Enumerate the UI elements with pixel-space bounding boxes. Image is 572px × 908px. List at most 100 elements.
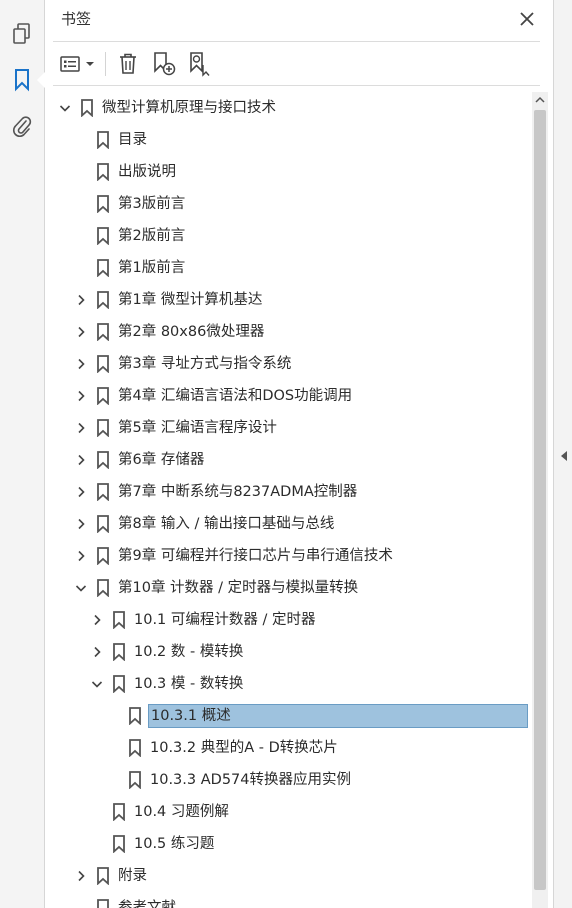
bookmark-label: 第3章 寻址方式与指令系统	[118, 356, 292, 372]
chevron-right-icon[interactable]	[89, 644, 105, 660]
bookmark-row[interactable]: 第7章 中断系统与8237ADMA控制器	[45, 476, 532, 508]
bookmark-row[interactable]: 第1章 微型计算机基达	[45, 284, 532, 316]
close-icon[interactable]	[516, 8, 538, 30]
bookmarks-panel: 书签 微型计算机原理与接口技术 目录 出版说明 第3版前言 第2版前言 第1版前…	[45, 0, 552, 908]
bookmark-row[interactable]: 参考文献	[45, 892, 532, 908]
bookmark-row[interactable]: 10.3.2 典型的A - D转换芯片	[45, 732, 532, 764]
bookmark-item-icon	[112, 803, 126, 822]
chevron-right-icon[interactable]	[89, 612, 105, 628]
bookmark-label: 第9章 可编程并行接口芯片与串行通信技术	[118, 548, 393, 564]
bookmark-label: 第2章 80x86微处理器	[118, 324, 265, 340]
chevron-right-icon[interactable]	[73, 420, 89, 436]
bookmark-item-icon	[96, 483, 110, 502]
panel-title: 书签	[61, 10, 92, 28]
trash-icon	[120, 53, 136, 74]
bookmark-row[interactable]: 第4章 汇编语言语法和DOS功能调用	[45, 380, 532, 412]
bookmark-label: 目录	[118, 132, 147, 148]
bookmark-row[interactable]: 10.2 数 - 模转换	[45, 636, 532, 668]
bookmark-item-icon	[96, 195, 110, 214]
bookmark-label: 10.3.2 典型的A - D转换芯片	[150, 740, 338, 756]
bookmark-row[interactable]: 第9章 可编程并行接口芯片与串行通信技术	[45, 540, 532, 572]
bookmark-row[interactable]: 第2版前言	[45, 220, 532, 252]
bookmark-item-icon	[128, 707, 142, 726]
chevron-right-icon[interactable]	[73, 868, 89, 884]
chevron-right-icon[interactable]	[73, 388, 89, 404]
bookmark-label: 10.3 模 - 数转换	[134, 676, 244, 692]
delete-bookmark-button[interactable]	[112, 49, 144, 79]
attachment-icon[interactable]	[8, 112, 36, 140]
vertical-scrollbar[interactable]	[532, 92, 548, 908]
bookmark-row[interactable]: 目录	[45, 124, 532, 156]
bookmark-label: 参考文献	[118, 900, 176, 908]
bookmark-item-icon	[96, 515, 110, 534]
bookmark-row[interactable]: 出版说明	[45, 156, 532, 188]
bookmark-label: 10.2 数 - 模转换	[134, 644, 244, 660]
bookmark-label: 10.5 练习题	[134, 836, 215, 852]
bookmark-label: 10.3.1 概述	[148, 704, 528, 728]
bookmark-label: 10.3.3 AD574转换器应用实例	[150, 772, 351, 788]
scroll-thumb[interactable]	[534, 110, 546, 890]
bookmark-row[interactable]: 10.3 模 - 数转换	[45, 668, 532, 700]
bookmark-item-icon	[80, 99, 94, 118]
find-bookmark-button[interactable]	[184, 49, 216, 79]
bookmark-item-icon	[112, 643, 126, 662]
bookmark-item-icon	[96, 323, 110, 342]
bookmark-row[interactable]: 10.4 习题例解	[45, 796, 532, 828]
chevron-down-icon[interactable]	[73, 580, 89, 596]
bookmark-row[interactable]: 10.3.3 AD574转换器应用实例	[45, 764, 532, 796]
bookmark-row[interactable]: 第10章 计数器 / 定时器与模拟量转换	[45, 572, 532, 604]
chevron-right-icon[interactable]	[73, 452, 89, 468]
bookmark-row[interactable]: 第3版前言	[45, 188, 532, 220]
bookmark-label: 出版说明	[118, 164, 176, 180]
new-bookmark-button[interactable]	[148, 49, 180, 79]
bookmark-label: 第6章 存储器	[118, 452, 205, 468]
bookmark-label: 第4章 汇编语言语法和DOS功能调用	[118, 388, 353, 404]
bookmark-row[interactable]: 附录	[45, 860, 532, 892]
bookmark-row[interactable]: 10.5 练习题	[45, 828, 532, 860]
chevron-right-icon[interactable]	[73, 548, 89, 564]
options-menu-button[interactable]	[57, 49, 99, 79]
find-bookmark-icon	[190, 52, 210, 77]
bookmark-item-icon	[96, 419, 110, 438]
bookmark-item-icon	[96, 547, 110, 566]
bookmark-icon[interactable]	[8, 66, 45, 94]
add-bookmark-icon	[154, 52, 176, 76]
bookmark-item-icon	[128, 771, 142, 790]
chevron-right-icon[interactable]	[73, 292, 89, 308]
bookmark-item-icon	[96, 259, 110, 278]
bookmark-row[interactable]: 第6章 存储器	[45, 444, 532, 476]
bookmark-item-icon	[96, 899, 110, 908]
bookmark-label: 第1版前言	[118, 260, 186, 276]
scroll-up-arrow-icon[interactable]	[532, 92, 548, 108]
pages-icon[interactable]	[8, 20, 36, 48]
bookmark-row[interactable]: 第3章 寻址方式与指令系统	[45, 348, 532, 380]
chevron-right-icon[interactable]	[73, 324, 89, 340]
navigation-rail	[0, 0, 45, 908]
chevron-right-icon[interactable]	[73, 356, 89, 372]
bookmark-label: 第8章 输入 / 输出接口基础与总线	[118, 516, 335, 532]
bookmark-row[interactable]: 10.3.1 概述	[45, 700, 532, 732]
bookmark-item-icon	[128, 739, 142, 758]
bookmark-row[interactable]: 第1版前言	[45, 252, 532, 284]
bookmark-row[interactable]: 微型计算机原理与接口技术	[45, 92, 532, 124]
chevron-down-icon[interactable]	[89, 676, 105, 692]
bookmark-row[interactable]: 第8章 输入 / 输出接口基础与总线	[45, 508, 532, 540]
bookmark-item-icon	[96, 867, 110, 886]
bookmark-item-icon	[112, 675, 126, 694]
bookmark-label: 微型计算机原理与接口技术	[102, 100, 276, 116]
toolbar-divider	[53, 85, 540, 86]
bookmark-label: 第2版前言	[118, 228, 186, 244]
bookmark-row[interactable]: 第5章 汇编语言程序设计	[45, 412, 532, 444]
bookmark-label: 第7章 中断系统与8237ADMA控制器	[118, 484, 358, 500]
bookmark-label: 第3版前言	[118, 196, 186, 212]
bookmark-row[interactable]: 10.1 可编程计数器 / 定时器	[45, 604, 532, 636]
chevron-down-icon[interactable]	[57, 100, 73, 116]
expand-pane-icon[interactable]	[558, 448, 570, 464]
bookmark-row[interactable]: 第2章 80x86微处理器	[45, 316, 532, 348]
chevron-right-icon[interactable]	[73, 484, 89, 500]
header-divider	[53, 41, 540, 42]
chevron-right-icon[interactable]	[73, 516, 89, 532]
options-menu-icon	[60, 56, 94, 72]
bookmark-item-icon	[96, 131, 110, 150]
bookmark-item-icon	[96, 291, 110, 310]
